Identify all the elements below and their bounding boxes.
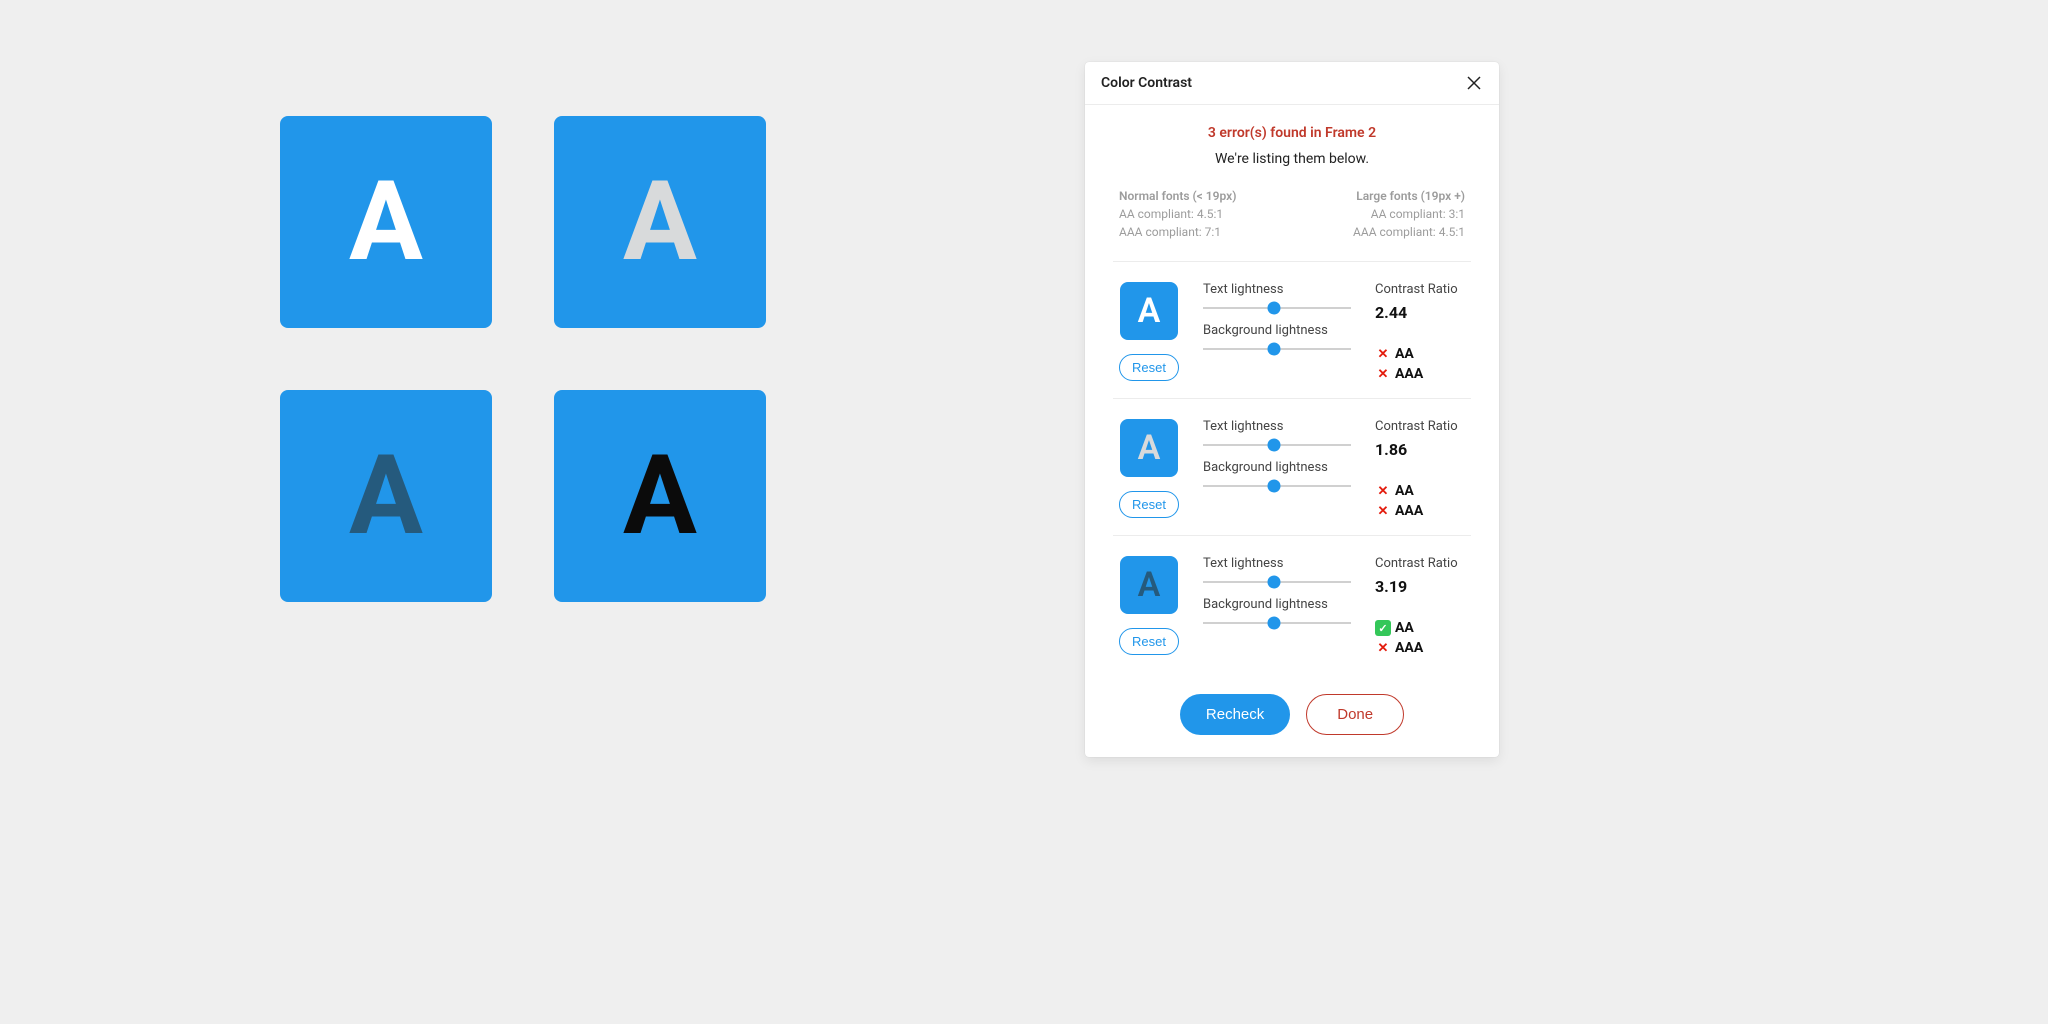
compliance-info: Normal fonts (< 19px) AA compliant: 4.5:… <box>1113 187 1471 261</box>
aa-text: AA <box>1395 483 1414 499</box>
aa-text: AA <box>1395 346 1414 362</box>
contrast-ratio-label: Contrast Ratio <box>1375 556 1481 571</box>
fail-icon <box>1375 503 1391 519</box>
reset-button[interactable]: Reset <box>1119 354 1179 381</box>
bg-lightness-slider[interactable] <box>1203 348 1351 350</box>
text-lightness-label: Text lightness <box>1203 556 1351 571</box>
slider-thumb[interactable] <box>1268 302 1281 315</box>
compliance-heading: Large fonts (19px +) <box>1353 187 1465 205</box>
swatch-glyph: A <box>623 167 697 277</box>
contrast-ratio-label: Contrast Ratio <box>1375 419 1481 434</box>
close-button[interactable] <box>1465 74 1483 92</box>
swatch-3[interactable]: A <box>280 390 492 602</box>
swatch-grid: A A A A <box>280 116 766 602</box>
slider-thumb[interactable] <box>1268 617 1281 630</box>
slider-thumb[interactable] <box>1268 343 1281 356</box>
swatch-2[interactable]: A <box>554 116 766 328</box>
compliance-line: AA compliant: 3:1 <box>1353 205 1465 223</box>
swatch-glyph: A <box>1138 294 1161 328</box>
slider-thumb[interactable] <box>1268 439 1281 452</box>
slider-thumb[interactable] <box>1268 480 1281 493</box>
contrast-ratio-value: 2.44 <box>1375 303 1481 322</box>
panel-body: 3 error(s) found in Frame 2 We're listin… <box>1085 105 1499 680</box>
compliance-line: AAA compliant: 4.5:1 <box>1353 223 1465 241</box>
reset-button[interactable]: Reset <box>1119 628 1179 655</box>
fail-icon <box>1375 483 1391 499</box>
bg-lightness-slider[interactable] <box>1203 485 1351 487</box>
swatch-glyph: A <box>1138 431 1161 465</box>
bg-lightness-label: Background lightness <box>1203 597 1351 612</box>
bg-lightness-label: Background lightness <box>1203 323 1351 338</box>
error-swatch: A <box>1120 556 1178 614</box>
fail-icon <box>1375 346 1391 362</box>
panel-header: Color Contrast <box>1085 62 1499 105</box>
aa-badge: AA <box>1375 346 1481 362</box>
aaa-text: AAA <box>1395 503 1423 519</box>
error-swatch: A <box>1120 419 1178 477</box>
text-lightness-label: Text lightness <box>1203 282 1351 297</box>
reset-button[interactable]: Reset <box>1119 491 1179 518</box>
swatch-glyph: A <box>1138 568 1161 602</box>
error-item-3: A Reset Text lightness Background lightn… <box>1113 535 1471 672</box>
aaa-badge: AAA <box>1375 503 1481 519</box>
error-item-1: A Reset Text lightness Background lightn… <box>1113 261 1471 398</box>
bg-lightness-slider[interactable] <box>1203 622 1351 624</box>
panel-title: Color Contrast <box>1101 75 1192 91</box>
aaa-text: AAA <box>1395 366 1423 382</box>
aa-badge: AA <box>1375 483 1481 499</box>
aaa-badge: AAA <box>1375 366 1481 382</box>
panel-footer: Recheck Done <box>1085 680 1499 757</box>
error-item-2: A Reset Text lightness Background lightn… <box>1113 398 1471 535</box>
error-subheading: We're listing them below. <box>1113 151 1471 167</box>
done-button[interactable]: Done <box>1306 694 1404 735</box>
compliance-line: AAA compliant: 7:1 <box>1119 223 1236 241</box>
contrast-panel: Color Contrast 3 error(s) found in Frame… <box>1085 62 1499 757</box>
pass-icon <box>1375 620 1391 636</box>
text-lightness-slider[interactable] <box>1203 307 1351 309</box>
swatch-glyph: A <box>349 167 423 277</box>
text-lightness-slider[interactable] <box>1203 444 1351 446</box>
compliance-normal: Normal fonts (< 19px) AA compliant: 4.5:… <box>1119 187 1236 241</box>
compliance-line: AA compliant: 4.5:1 <box>1119 205 1236 223</box>
compliance-heading: Normal fonts (< 19px) <box>1119 187 1236 205</box>
slider-thumb[interactable] <box>1268 576 1281 589</box>
swatch-glyph: A <box>623 441 697 551</box>
error-heading: 3 error(s) found in Frame 2 <box>1113 125 1471 141</box>
compliance-large: Large fonts (19px +) AA compliant: 3:1 A… <box>1353 187 1465 241</box>
recheck-button[interactable]: Recheck <box>1180 694 1290 735</box>
swatch-glyph: A <box>349 441 423 551</box>
fail-icon <box>1375 366 1391 382</box>
swatch-4[interactable]: A <box>554 390 766 602</box>
aa-text: AA <box>1395 620 1414 636</box>
bg-lightness-label: Background lightness <box>1203 460 1351 475</box>
text-lightness-label: Text lightness <box>1203 419 1351 434</box>
aaa-badge: AAA <box>1375 640 1481 656</box>
fail-icon <box>1375 640 1391 656</box>
error-swatch: A <box>1120 282 1178 340</box>
swatch-1[interactable]: A <box>280 116 492 328</box>
close-icon <box>1466 75 1482 91</box>
aa-badge: AA <box>1375 620 1481 636</box>
contrast-ratio-value: 1.86 <box>1375 440 1481 459</box>
text-lightness-slider[interactable] <box>1203 581 1351 583</box>
contrast-ratio-value: 3.19 <box>1375 577 1481 596</box>
contrast-ratio-label: Contrast Ratio <box>1375 282 1481 297</box>
aaa-text: AAA <box>1395 640 1423 656</box>
